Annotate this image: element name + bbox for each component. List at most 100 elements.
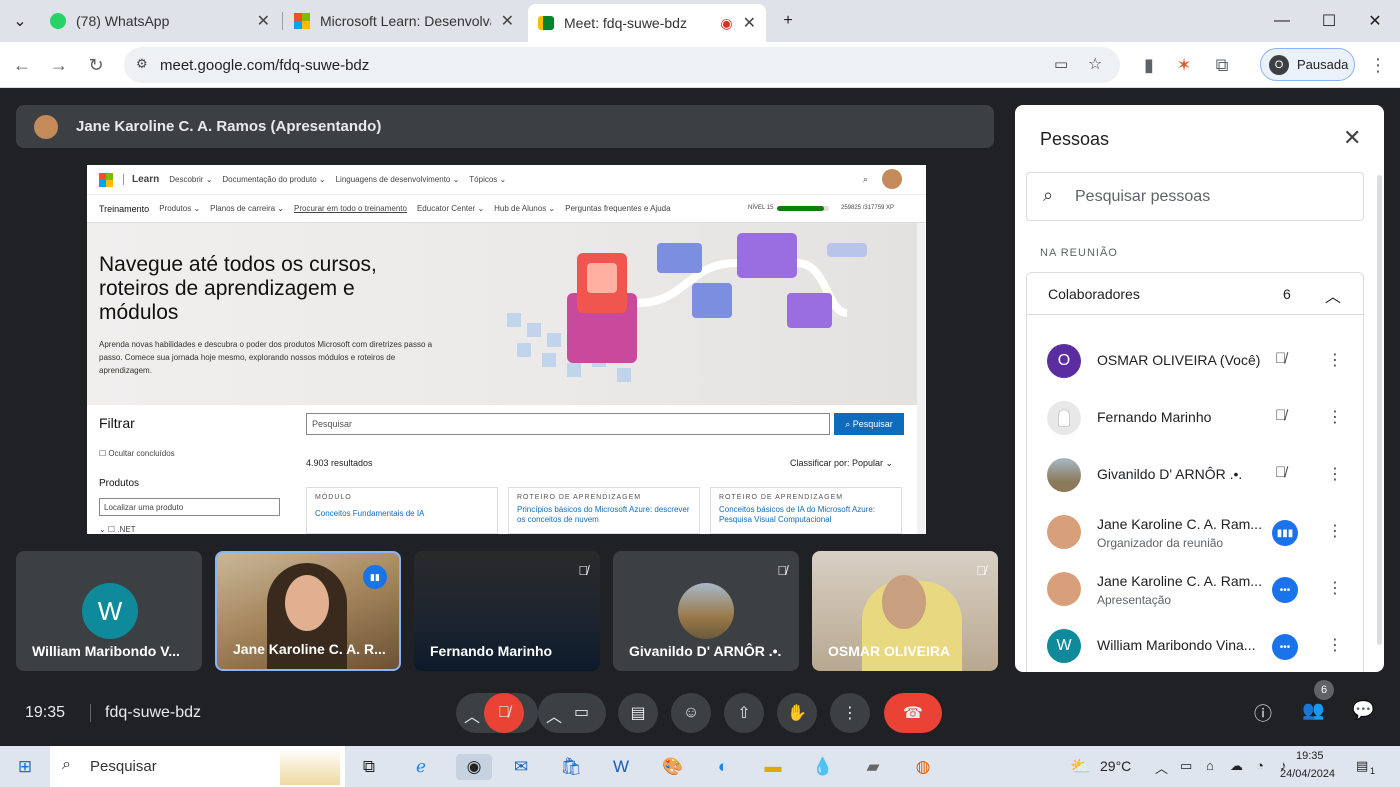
raise-hand-button[interactable]: ✋ [777,693,817,733]
weather-icon[interactable]: ⛅ [1068,754,1094,780]
more-options-icon[interactable]: ⋮ [1327,350,1343,370]
bookmark-star-icon[interactable]: ☆ [1088,54,1102,74]
close-icon[interactable]: ✕ [1343,125,1361,151]
maximize-button[interactable]: ☐ [1309,6,1349,36]
camera-icon[interactable]: ▭ [1054,55,1068,73]
find-product-input[interactable]: Localizar uma produto [99,498,280,516]
tab-meet[interactable]: Meet: fdq-suwe-bdz ◉ ✕ [528,4,766,42]
person-row[interactable]: Jane Karoline C. A. Ram... Organizador d… [1027,504,1365,561]
catalog-search-input[interactable]: Pesquisar [306,413,830,435]
card-title[interactable]: Conceitos básicos de IA do Microsoft Azu… [719,505,893,525]
present-button[interactable]: ⇧ [724,693,764,733]
collaborators-group-header[interactable]: Colaboradores 6 ︿ [1026,272,1364,315]
participant-tile[interactable]: 🎙̸ Givanildo D' ARNÔR .•. [613,551,799,671]
video-settings-button[interactable]: ︿ ▭ [538,693,606,733]
catalog-search-button[interactable]: ⌕ Pesquisar [834,413,904,435]
mic-off-button[interactable]: 🎙̸ [484,693,524,733]
tab-whatsapp[interactable]: (78) WhatsApp ✕ [40,6,280,36]
forward-button[interactable]: → [45,51,73,79]
extensions-puzzle-icon[interactable]: ⧉ [1208,51,1236,79]
camera-icon[interactable]: ▭ [574,702,589,722]
notification-icon[interactable]: ▤ [1356,758,1368,774]
person-row[interactable]: Jane Karoline C. A. Ram... Apresentação … [1027,561,1365,618]
close-tab-icon[interactable]: ✕ [743,13,756,33]
hide-completed-checkbox[interactable]: ☐ Ocultar concluídos [99,449,175,458]
cloud-icon[interactable]: ☁ [1230,758,1243,774]
meeting-control-bar: 19:35 fdq-suwe-bdz ︿ 🎙̸ ︿ ▭ ▤ ☺ ⇧ ✋ ⋮ ☎ … [0,680,1400,740]
result-card[interactable]: ROTEIRO DE APRENDIZAGEM Princípios básic… [508,487,700,534]
clock-time[interactable]: 19:35 [1296,750,1324,762]
participant-tile[interactable]: W William Maribondo V... [16,551,202,671]
more-options-icon[interactable]: ⋮ [1327,578,1343,598]
file-explorer-icon[interactable]: ▬ [760,754,786,780]
task-view-icon[interactable]: ⧉ [356,754,382,780]
people-search-input[interactable]: ⌕ Pesquisar pessoas [1026,172,1364,221]
browser-menu-icon[interactable]: ⋮ [1364,51,1392,79]
site-info-icon[interactable]: ⚙ [136,56,148,72]
people-icon[interactable]: 👥 [1302,700,1324,721]
net-checkbox[interactable]: ⌄ ☐ .NET [99,525,136,534]
extension-pin-icon[interactable]: ✶ [1170,51,1198,79]
close-tab-icon[interactable]: ✕ [501,11,514,31]
wifi-icon[interactable]: ◔ [1256,758,1264,773]
person-row[interactable]: Fernando Marinho 🎙̸ ⋮ [1027,390,1365,447]
word-icon[interactable]: W [608,754,634,780]
more-options-icon[interactable]: ⋮ [1327,407,1343,427]
url-field[interactable]: ⚙ meet.google.com/fdq-suwe-bdz ▭ ☆ [124,47,1120,83]
more-options-icon[interactable]: ⋮ [1327,464,1343,484]
firefox-icon[interactable]: ◍ [910,754,936,780]
result-card[interactable]: MÓDULO Conceitos Fundamentais de IA [306,487,498,534]
meeting-details-icon[interactable]: ⓘ [1254,700,1272,726]
clock-date[interactable]: 24/04/2024 [1280,768,1335,780]
paint-icon[interactable]: 🎨 [660,754,686,780]
participant-tile[interactable]: 🎙̸ OSMAR OLIVEIRA [812,551,998,671]
result-card[interactable]: ROTEIRO DE APRENDIZAGEM Conceitos básico… [710,487,902,534]
chat-icon[interactable]: 💬 [1352,700,1374,721]
leave-call-button[interactable]: ☎ [884,693,942,733]
chevron-up-icon[interactable]: ︿ [1325,283,1341,307]
show-hidden-icons[interactable]: ︿ [1155,758,1168,777]
person-row[interactable]: Givanildo D' ARNÔR .•. 🎙̸ ⋮ [1027,447,1365,504]
battery-icon[interactable]: ▭ [1180,758,1192,774]
nav-item: Planos de carreira ⌄ [210,204,285,213]
card-title[interactable]: Princípios básicos do Microsoft Azure: d… [517,505,691,525]
page-scrollbar[interactable] [917,223,925,534]
person-row[interactable]: W William Maribondo Vina... ••• ⋮ [1027,618,1365,672]
captions-button[interactable]: ▤ [618,693,658,733]
back-button[interactable]: ← [8,51,36,79]
card-title[interactable]: Conceitos Fundamentais de IA [315,509,489,519]
tab-microsoft-learn[interactable]: Microsoft Learn: Desenvolva h ✕ [284,6,524,36]
mail-icon[interactable]: ✉ [508,754,534,780]
more-options-icon[interactable]: ⋮ [1327,521,1343,541]
chevron-up-icon[interactable]: ︿ [464,703,480,727]
more-options-icon[interactable]: ⋮ [1327,635,1343,655]
reactions-button[interactable]: ☺ [671,693,711,733]
more-options-button[interactable]: ⋮ [830,693,870,733]
tab-search-icon[interactable]: ⌄ [2,6,38,36]
people-scrollbar[interactable] [1377,175,1382,645]
windows-start-icon[interactable]: ⊞ [12,754,38,780]
minimize-button[interactable]: — [1262,6,1302,36]
edge-icon[interactable]: ◐ [710,754,736,780]
app-icon[interactable]: ▰ [860,754,886,780]
person-row[interactable]: O OSMAR OLIVEIRA (Você) 🎙̸ ⋮ [1027,333,1365,390]
close-tab-icon[interactable]: ✕ [257,11,270,31]
close-window-button[interactable]: ✕ [1355,6,1395,36]
profile-button[interactable]: O Pausada [1260,48,1355,81]
reload-button[interactable]: ↻ [82,51,110,79]
audio-settings-button[interactable]: ︿ 🎙̸ [456,693,538,733]
device-icon[interactable]: ⌂ [1206,758,1214,773]
store-icon[interactable]: 🛍 [558,754,584,780]
xp-label: 259825 /317759 XP [841,205,895,211]
chrome-icon[interactable]: ◉ [456,754,492,780]
new-tab-button[interactable]: + [768,6,808,36]
participant-name: Fernando Marinho [430,643,553,659]
participant-tile[interactable]: ▮▮ Jane Karoline C. A. R... [215,551,401,671]
internet-explorer-icon[interactable]: ℯ [408,754,434,780]
sort-select[interactable]: Classificar por: Popular ⌄ [790,458,893,469]
app-drop-icon[interactable]: 💧 [810,754,836,780]
extension-icon[interactable]: ▮ [1135,51,1163,79]
taskbar-search[interactable]: ⌕ Pesquisar [50,746,345,787]
participant-tile[interactable]: 🎙̸ Fernando Marinho [414,551,600,671]
chevron-up-icon[interactable]: ︿ [546,703,562,727]
